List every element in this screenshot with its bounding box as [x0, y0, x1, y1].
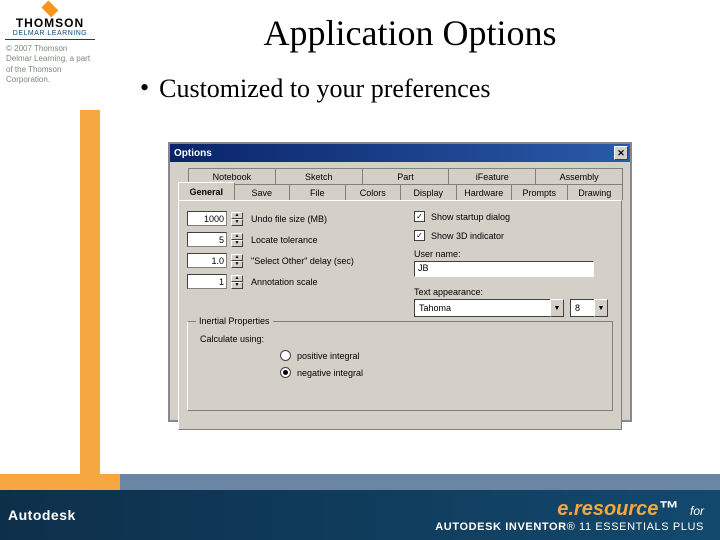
undo-value: 1000 [204, 214, 224, 224]
eresource-logo: e.resource [557, 498, 658, 520]
tab-display[interactable]: Display [400, 184, 457, 200]
undo-spinner[interactable]: 1000 [187, 211, 227, 226]
spin-down-icon[interactable]: ▼ [231, 282, 243, 289]
spin-down-icon[interactable]: ▼ [231, 261, 243, 268]
tab-hardware[interactable]: Hardware [456, 184, 513, 200]
footer-band [0, 474, 720, 490]
general-panel: 1000 ▲▼ Undo file size (MB) 5 ▲▼ Locate … [178, 200, 622, 430]
options-dialog: Options ✕ Notebook Sketch Part iFeature … [168, 142, 632, 422]
select-label: "Select Other" delay (sec) [251, 256, 354, 266]
footer: Autodesk e.resource™ for AUTODESK INVENT… [0, 490, 720, 540]
brand-divider [5, 39, 95, 40]
tab-ifeature[interactable]: iFeature [448, 168, 536, 184]
undo-label: Undo file size (MB) [251, 214, 327, 224]
tab-file[interactable]: File [289, 184, 346, 200]
spin-up-icon[interactable]: ▲ [231, 275, 243, 282]
group-title: Inertial Properties [196, 316, 273, 326]
spin-up-icon[interactable]: ▲ [231, 212, 243, 219]
font-value: Tahoma [414, 299, 550, 317]
locate-value: 5 [219, 235, 224, 245]
inertial-group: Inertial Properties Calculate using: pos… [187, 321, 613, 411]
autodesk-logo-text: Autodesk [0, 507, 120, 523]
spin-down-icon[interactable]: ▼ [231, 219, 243, 226]
bullet-row: • Customized to your preferences [140, 74, 700, 104]
tab-drawing[interactable]: Drawing [567, 184, 624, 200]
negative-radio[interactable] [280, 367, 291, 378]
chevron-down-icon[interactable]: ▼ [594, 299, 608, 317]
chevron-down-icon[interactable]: ▼ [550, 299, 564, 317]
locate-label: Locate tolerance [251, 235, 318, 245]
tab-save[interactable]: Save [234, 184, 291, 200]
group-subtitle: Calculate using: [200, 334, 600, 344]
tab-general[interactable]: General [178, 182, 235, 200]
size-combo[interactable]: 8 ▼ [570, 299, 608, 317]
indicator-label: Show 3D indicator [431, 231, 504, 241]
username-label: User name: [414, 249, 619, 259]
tab-assembly[interactable]: Assembly [535, 168, 623, 184]
title-area: Application Options • Customized to your… [120, 12, 700, 104]
product-name: AUTODESK INVENTOR [435, 521, 566, 533]
bullet-text: Customized to your preferences [159, 74, 490, 104]
bullet-dot: • [140, 74, 149, 102]
tab-part[interactable]: Part [362, 168, 450, 184]
startup-checkbox[interactable]: ✓ [414, 211, 425, 222]
close-button[interactable]: ✕ [614, 146, 628, 160]
spin-up-icon[interactable]: ▲ [231, 254, 243, 261]
select-value: 1.0 [211, 256, 224, 266]
spin-down-icon[interactable]: ▼ [231, 240, 243, 247]
tab-sketch[interactable]: Sketch [275, 168, 363, 184]
select-spinner[interactable]: 1.0 [187, 253, 227, 268]
annot-value: 1 [219, 277, 224, 287]
tab-prompts[interactable]: Prompts [511, 184, 568, 200]
tabs-row-top: Notebook Sketch Part iFeature Assembly [170, 162, 630, 184]
font-combo[interactable]: Tahoma ▼ [414, 299, 564, 317]
left-column: 1000 ▲▼ Undo file size (MB) 5 ▲▼ Locate … [187, 211, 397, 295]
size-value: 8 [570, 299, 594, 317]
right-column: ✓ Show startup dialog ✓ Show 3D indicato… [414, 211, 619, 325]
tm-symbol: ™ [658, 498, 678, 520]
thomson-brand-text: THOMSON [16, 16, 84, 30]
positive-radio[interactable] [280, 350, 291, 361]
annot-spinner[interactable]: 1 [187, 274, 227, 289]
page-title: Application Options [120, 12, 700, 54]
username-value: JB [418, 263, 429, 273]
username-input[interactable]: JB [414, 261, 594, 277]
copyright-text: © 2007 Thomson Delmar Learning, a part o… [0, 40, 100, 86]
tab-colors[interactable]: Colors [345, 184, 402, 200]
spin-up-icon[interactable]: ▲ [231, 233, 243, 240]
indicator-checkbox[interactable]: ✓ [414, 230, 425, 241]
positive-label: positive integral [297, 351, 360, 361]
eresource-block: e.resource™ for AUTODESK INVENTOR® 11 ES… [435, 498, 720, 533]
textapp-label: Text appearance: [414, 287, 619, 297]
product-suffix: 11 ESSENTIALS PLUS [575, 521, 704, 533]
negative-label: negative integral [297, 368, 363, 378]
delmar-brand-text: DELMAR LEARNING [13, 30, 87, 37]
dialog-title: Options [174, 148, 212, 159]
orange-accent-strip [80, 110, 100, 480]
for-text: for [690, 504, 704, 518]
dialog-titlebar: Options ✕ [170, 144, 630, 162]
tabs-row-bottom: General Save File Colors Display Hardwar… [170, 184, 630, 200]
thomson-logo: THOMSON DELMAR LEARNING [0, 0, 100, 40]
locate-spinner[interactable]: 5 [187, 232, 227, 247]
annot-label: Annotation scale [251, 277, 318, 287]
startup-label: Show startup dialog [431, 212, 510, 222]
